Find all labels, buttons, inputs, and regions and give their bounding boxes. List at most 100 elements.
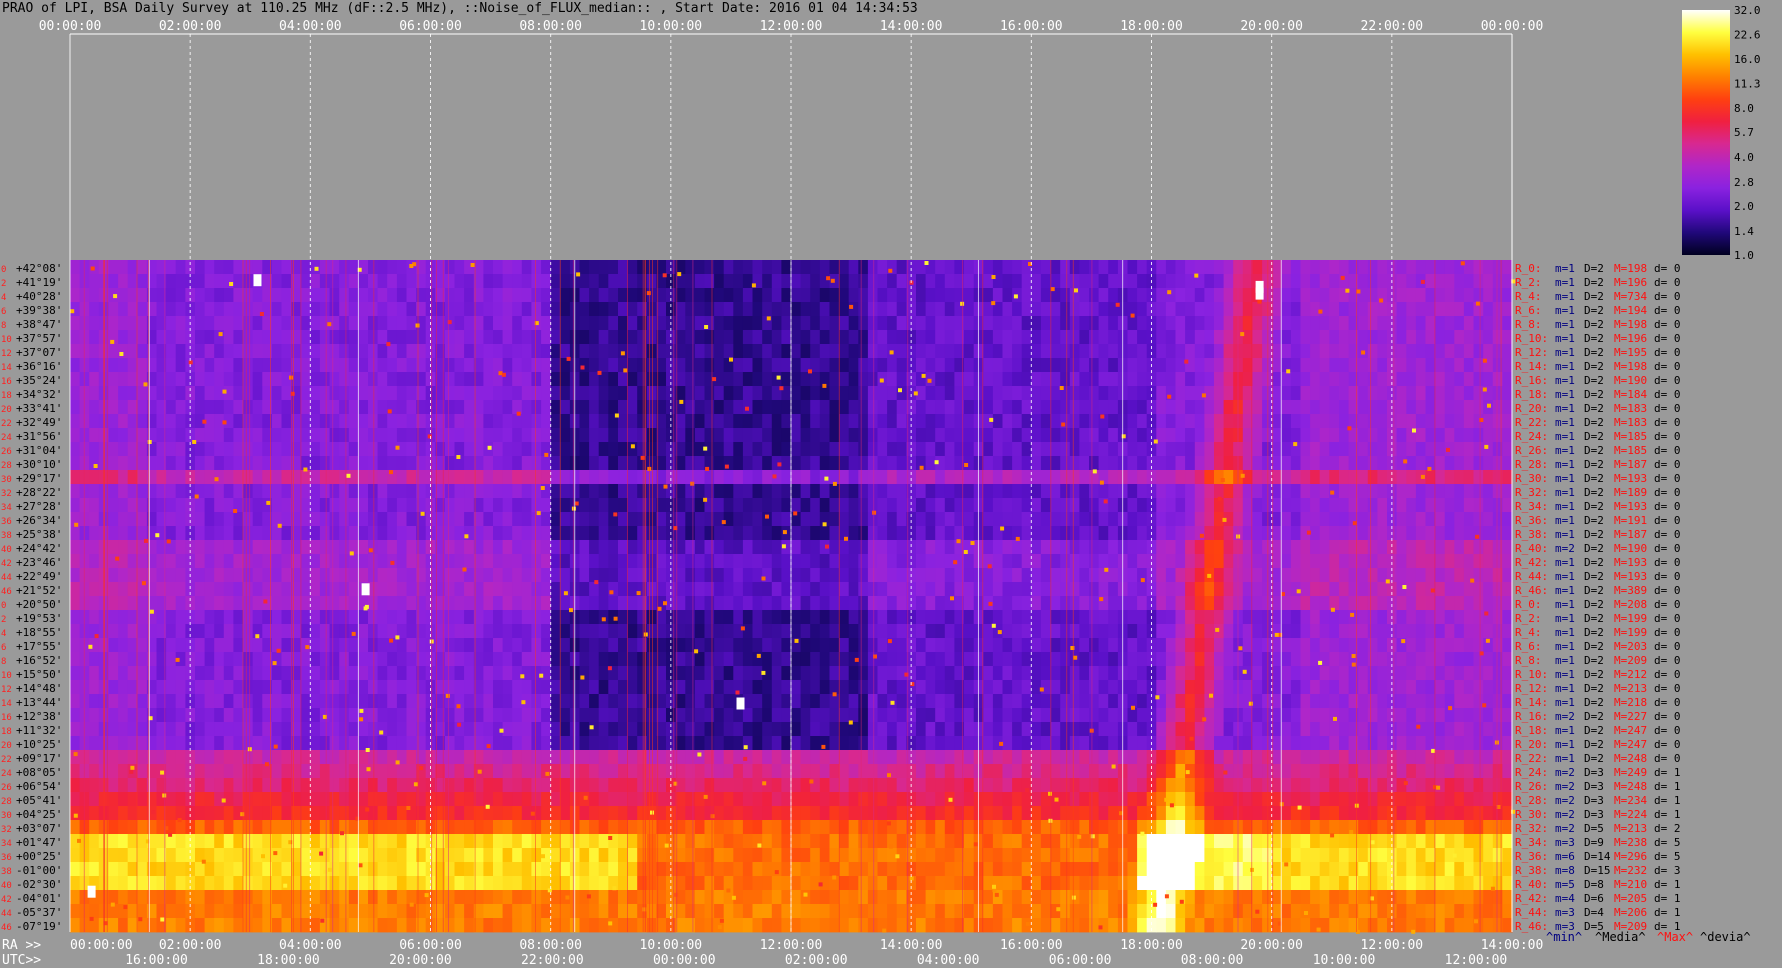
heatmap-cell: [358, 456, 369, 471]
heatmap-cell: [1021, 442, 1032, 457]
heatmap-cell: [531, 680, 542, 695]
heatmap-cell: [281, 694, 292, 709]
heatmap-cell: [70, 484, 81, 499]
heatmap-cell: [464, 372, 475, 387]
heatmap-cell: [406, 400, 417, 415]
heatmap-cell: [685, 316, 696, 331]
heatmap-cell: [944, 456, 955, 471]
heatmap-cell: [454, 386, 465, 401]
heatmap-cell: [1463, 680, 1475, 695]
heatmap-cell: [319, 554, 331, 569]
heatmap-cell: [512, 456, 523, 471]
heatmap-cell: [1252, 638, 1263, 653]
heatmap-cell: [1262, 456, 1273, 471]
heatmap-cell: [521, 330, 532, 345]
heatmap-cell: [714, 400, 725, 415]
heatmap-cell: [887, 414, 898, 429]
heatmap-cell: [896, 498, 907, 513]
heatmap-cell: [1002, 372, 1013, 387]
heatmap-cell: [771, 554, 782, 569]
heatmap-cell: [531, 484, 542, 499]
heatmap-cell: [387, 386, 398, 401]
heatmap-cell: [1098, 694, 1109, 709]
heatmap-cell: [1214, 372, 1225, 387]
heatmap-cell: [1262, 372, 1273, 387]
heatmap-cell: [550, 610, 561, 625]
heatmap-cell: [714, 610, 725, 625]
heatmap-cell: [348, 512, 359, 527]
heatmap-cell: [1223, 470, 1234, 485]
heatmap-cell: [329, 288, 340, 303]
heatmap-cell: [493, 666, 504, 681]
heatmap-cell: [310, 386, 321, 401]
heatmap-cell: [858, 512, 869, 527]
heatmap-cell: [983, 428, 994, 443]
heatmap-cell: [1435, 568, 1446, 583]
heatmap-cell: [839, 274, 850, 289]
heatmap-cell: [944, 358, 955, 373]
heatmap-cell: [944, 512, 955, 527]
heatmap-cell: [1339, 316, 1350, 331]
heatmap-cell: [694, 680, 706, 695]
heatmap-cell: [935, 694, 946, 709]
heatmap-cell: [983, 442, 994, 457]
heatmap-cell: [1473, 358, 1484, 373]
heatmap-cell: [1358, 596, 1369, 611]
heatmap-cell: [252, 484, 263, 499]
heatmap-cell: [493, 652, 504, 667]
heatmap-cell: [771, 274, 782, 289]
heatmap-cell: [589, 400, 600, 415]
heatmap-cell: [1425, 666, 1436, 681]
heatmap-cell: [1012, 400, 1023, 415]
heatmap-cell: [493, 288, 504, 303]
heatmap-cell: [1329, 694, 1340, 709]
heatmap-cell: [983, 316, 994, 331]
heatmap-cell: [118, 596, 129, 611]
heatmap-cell: [319, 484, 331, 499]
heatmap-cell: [1348, 330, 1359, 345]
heatmap-cell: [1262, 498, 1273, 513]
heatmap-cell: [992, 708, 1004, 723]
heatmap-cell: [1406, 414, 1417, 429]
heatmap-cell: [89, 652, 100, 667]
heatmap-cell: [108, 414, 119, 429]
heatmap-cell: [406, 372, 417, 387]
heatmap-cell: [1348, 610, 1359, 625]
heatmap-cell: [646, 540, 657, 555]
heatmap-cell: [694, 554, 706, 569]
heatmap-cell: [877, 638, 888, 653]
heatmap-cell: [896, 358, 907, 373]
heatmap-cell: [1310, 666, 1321, 681]
heatmap-cell: [1367, 652, 1378, 667]
heatmap-cell: [1454, 694, 1465, 709]
heatmap-cell: [1069, 414, 1080, 429]
heatmap-cell: [1339, 582, 1350, 597]
heatmap-cell: [742, 666, 754, 681]
heatmap-cell: [1425, 526, 1436, 541]
heatmap-cell: [800, 498, 811, 513]
heatmap-cell: [742, 414, 754, 429]
heatmap-cell: [1002, 554, 1013, 569]
heatmap-cell: [175, 498, 186, 513]
heatmap-cell: [694, 582, 706, 597]
heatmap-cell: [493, 400, 504, 415]
heatmap-cell: [1329, 414, 1340, 429]
heatmap-cell: [560, 708, 571, 723]
heatmap-cell: [348, 498, 359, 513]
heatmap-cell: [1367, 596, 1378, 611]
heatmap-cell: [867, 260, 879, 275]
heatmap-cell: [137, 638, 148, 653]
heatmap-cell: [1194, 330, 1205, 345]
heatmap-cell: [127, 456, 138, 471]
heatmap-cell: [887, 484, 898, 499]
heatmap-cell: [916, 302, 927, 317]
heatmap-cell: [1137, 386, 1148, 401]
heatmap-cell: [1463, 428, 1475, 443]
heatmap-cell: [444, 568, 456, 583]
heatmap-cell: [762, 372, 773, 387]
heatmap-cell: [1290, 470, 1302, 485]
heatmap-cell: [925, 358, 936, 373]
heatmap-cell: [887, 498, 898, 513]
heatmap-cell: [454, 554, 465, 569]
heatmap-cell: [1040, 456, 1052, 471]
